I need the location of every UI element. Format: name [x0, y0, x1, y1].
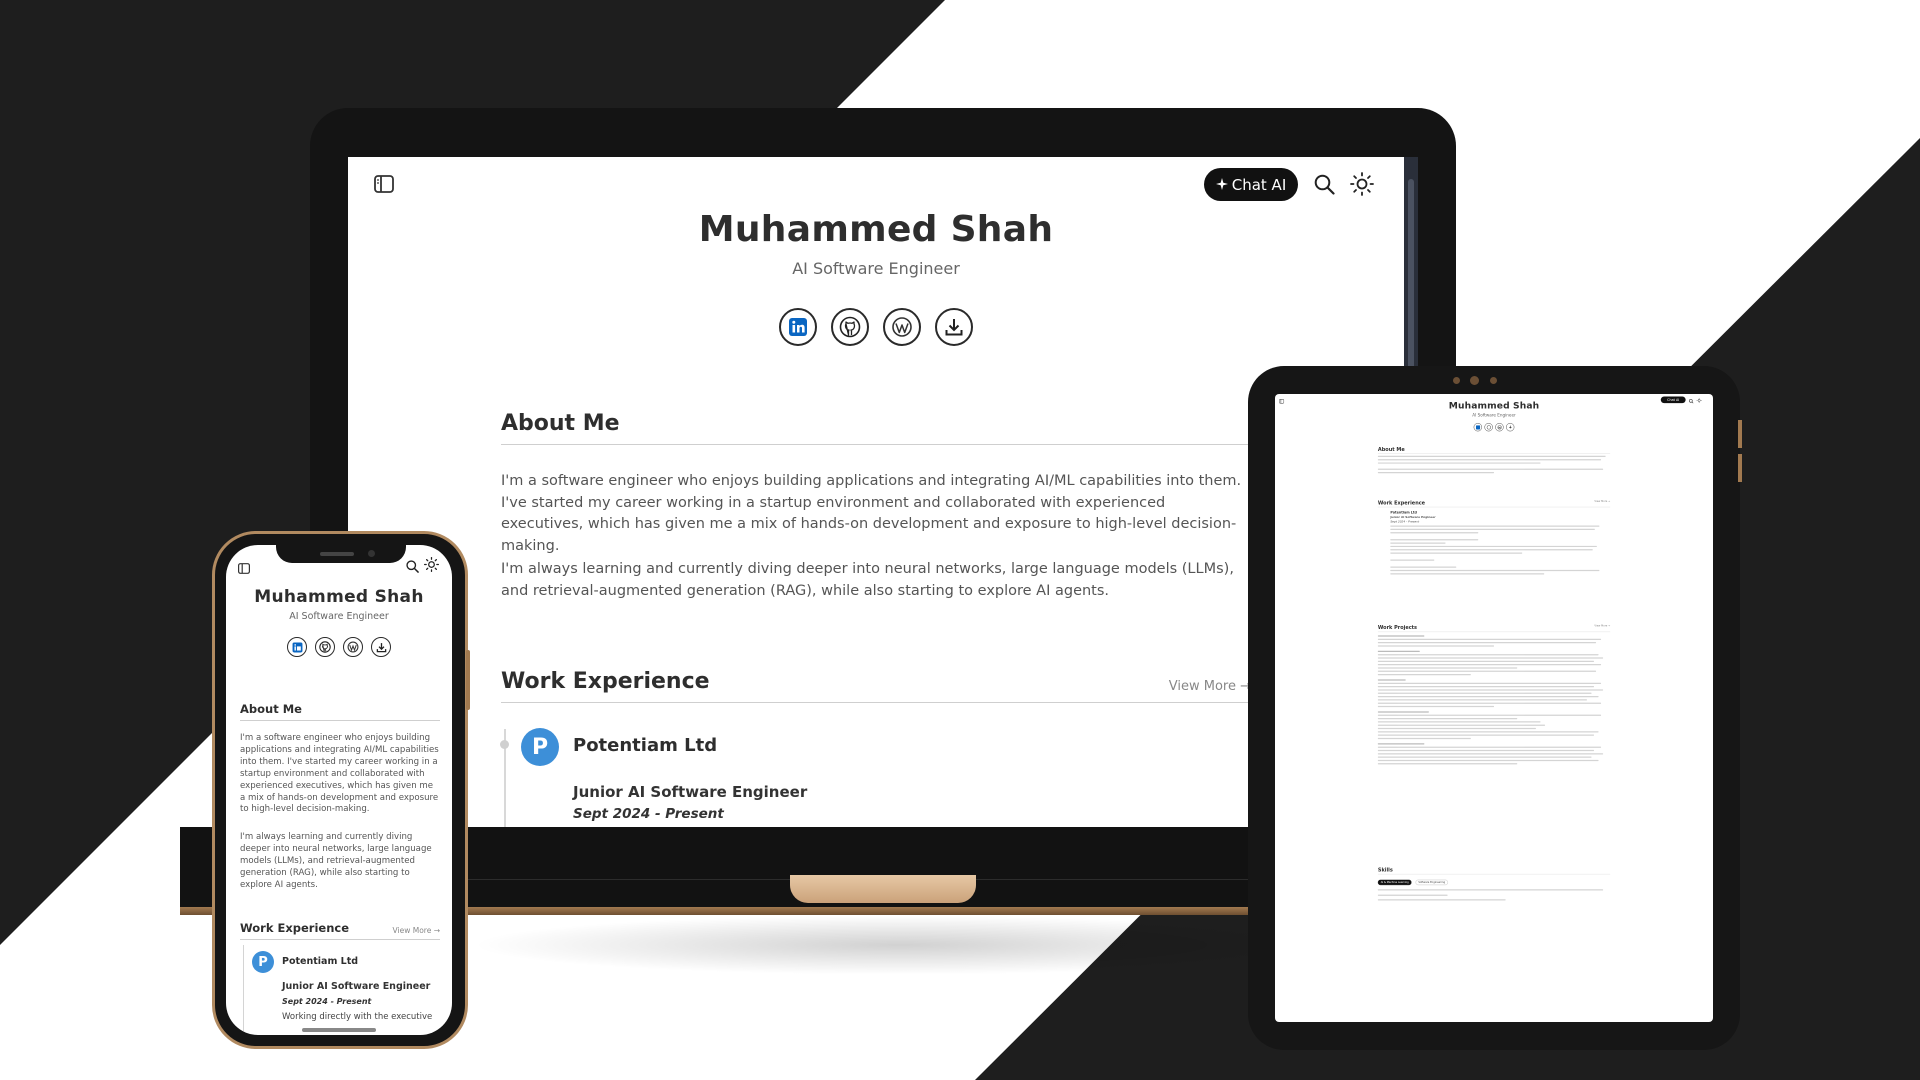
social-links: [226, 637, 452, 657]
profile-name: Muhammed Shah: [1448, 400, 1540, 412]
skills-section-title: Skills: [1377, 866, 1611, 875]
sidebar-toggle-icon[interactable]: [374, 175, 394, 197]
timeline-dot: [500, 740, 509, 749]
sidebar-toggle-icon[interactable]: [238, 559, 250, 578]
github-button[interactable]: [831, 308, 869, 346]
view-more-link[interactable]: View More →: [393, 926, 440, 935]
work-section-title: Work Experience View More →: [1377, 499, 1611, 508]
job-title: Junior AI Software Engineer: [573, 783, 808, 801]
company-name: Potentiam Ltd: [573, 735, 718, 756]
company-name: Potentiam Ltd: [1390, 510, 1417, 515]
work-section-title: Work Experience View More →: [240, 921, 440, 940]
social-links: [1275, 423, 1713, 432]
laptop-shadow: [470, 915, 1330, 975]
github-button[interactable]: [315, 637, 335, 657]
linkedin-icon: [292, 642, 302, 652]
profile-role: AI Software Engineer: [792, 259, 960, 278]
wordpress-button[interactable]: [343, 637, 363, 657]
about-paragraph-1: I'm a software engineer who enjoys build…: [240, 733, 439, 815]
wordpress-icon: [1497, 425, 1502, 430]
tablet-projects-section: Work Projects View More →: [1377, 624, 1611, 767]
social-links: [348, 308, 1404, 346]
projects-title: Work Projects: [1377, 624, 1418, 631]
tablet-camera: [1490, 377, 1497, 384]
github-button[interactable]: [1484, 423, 1493, 432]
wordpress-button[interactable]: [883, 308, 921, 346]
download-icon: [376, 642, 386, 652]
tablet-page: Chat AI Muhammed Shah AI Software Engine…: [1275, 394, 1713, 1022]
skills-title: Skills: [1377, 866, 1393, 873]
job-dates: Sept 2024 - Present: [1390, 520, 1420, 524]
tablet-button: [1738, 420, 1742, 448]
company-logo: P: [521, 728, 559, 766]
skills-tab-ai[interactable]: AI & Machine Learning: [1377, 879, 1412, 886]
about-paragraph-1: I'm a software engineer who enjoys build…: [501, 473, 1242, 554]
wordpress-button[interactable]: [1495, 423, 1504, 432]
tablet-screen: Chat AI Muhammed Shah AI Software Engine…: [1275, 394, 1713, 1022]
work-title: Work Experience: [501, 669, 710, 694]
job-dates: Sept 2024 - Present: [573, 806, 724, 822]
timeline-line: [243, 945, 244, 1035]
tablet-work-section: Work Experience View More → Potentiam Ltd…: [1377, 499, 1611, 577]
tablet-skills-section: Skills AI & Machine Learning Software En…: [1377, 866, 1611, 903]
github-icon: [1486, 425, 1491, 430]
profile-name: Muhammed Shah: [254, 587, 424, 607]
profile-role: AI Software Engineer: [1472, 413, 1516, 418]
company-logo: P: [252, 951, 274, 973]
sun-icon[interactable]: [1350, 172, 1374, 200]
view-more-link[interactable]: View More →: [1594, 500, 1610, 506]
sun-icon[interactable]: [424, 557, 439, 576]
view-more-link[interactable]: View More →: [1169, 679, 1251, 694]
sparkle-icon: [1215, 176, 1228, 194]
about-title: About Me: [240, 702, 302, 716]
company-name: Potentiam Ltd: [282, 956, 359, 967]
phone-screen: Muhammed Shah AI Software Engineer About…: [226, 545, 452, 1035]
projects-view-more-link[interactable]: View More →: [1594, 625, 1610, 631]
search-icon[interactable]: [1314, 174, 1335, 199]
wordpress-icon: [892, 317, 912, 337]
download-icon: [945, 319, 963, 336]
tablet-camera: [1453, 377, 1460, 384]
profile-name: Muhammed Shah: [698, 209, 1054, 250]
search-icon[interactable]: [406, 558, 419, 577]
tablet-camera: [1470, 376, 1479, 385]
about-section-title: About Me: [501, 411, 1251, 445]
about-title: About Me: [1377, 446, 1405, 453]
linkedin-button[interactable]: [779, 308, 817, 346]
about-paragraph-2: I'm always learning and currently diving…: [501, 561, 1234, 599]
projects-section-title: Work Projects View More →: [1377, 624, 1611, 633]
phone-button: [466, 650, 470, 710]
about-title: About Me: [501, 411, 620, 436]
download-resume-button[interactable]: [371, 637, 391, 657]
profile-role: AI Software Engineer: [289, 611, 389, 622]
download-icon: [1508, 425, 1512, 429]
skills-tab-software[interactable]: Software Engineering: [1415, 879, 1448, 886]
linkedin-icon: [1475, 425, 1480, 430]
work-title: Work Experience: [240, 921, 350, 935]
work-title: Work Experience: [1377, 499, 1426, 506]
job-description: Working directly with the executive: [282, 1012, 433, 1022]
download-resume-button[interactable]: [935, 308, 973, 346]
linkedin-button[interactable]: [1473, 423, 1482, 432]
job-dates: Sept 2024 - Present: [282, 997, 372, 1006]
github-icon: [319, 641, 331, 653]
tablet-about-section: About Me: [1377, 446, 1611, 475]
job-title: Junior AI Software Engineer: [282, 981, 431, 992]
home-indicator: [302, 1028, 376, 1032]
about-section-title: About Me: [1377, 446, 1611, 454]
linkedin-button[interactable]: [287, 637, 307, 657]
tablet-button: [1738, 454, 1742, 482]
download-resume-button[interactable]: [1506, 423, 1515, 432]
chat-ai-label: Chat AI: [1231, 175, 1287, 194]
phone-notch: [276, 545, 406, 563]
linkedin-icon: [789, 318, 807, 336]
github-icon: [839, 316, 861, 338]
about-section-title: About Me: [240, 702, 440, 721]
wordpress-icon: [347, 641, 359, 653]
chat-ai-button[interactable]: Chat AI: [1204, 168, 1298, 201]
job-title: Junior AI Software Engineer: [1390, 515, 1436, 519]
about-paragraph-2: I'm always learning and currently diving…: [240, 832, 432, 890]
work-section-title: Work Experience View More →: [501, 669, 1251, 703]
